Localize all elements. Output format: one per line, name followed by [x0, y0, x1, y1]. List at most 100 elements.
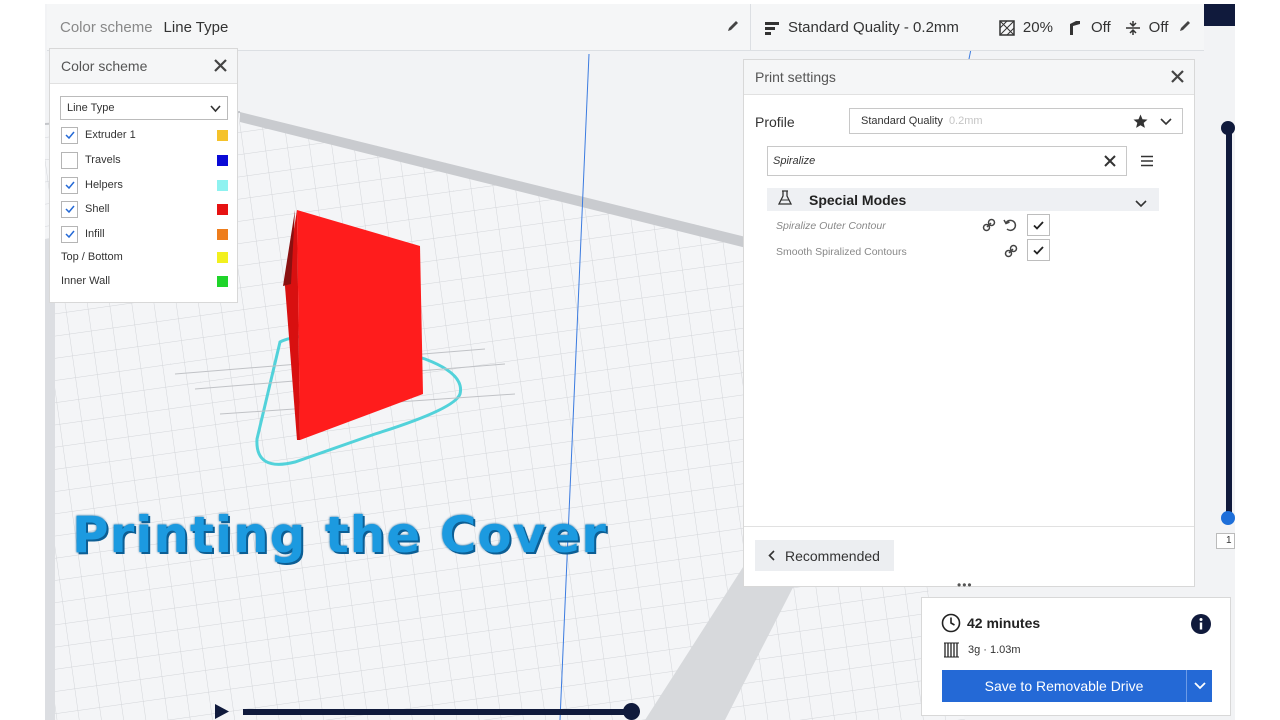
legend-item-shell[interactable]: Shell	[61, 200, 228, 218]
chevron-down-icon	[1135, 195, 1147, 211]
legend-item-label: Infill	[85, 228, 105, 240]
star-icon[interactable]	[1133, 114, 1148, 132]
material-estimate: 3g · 1.03m	[943, 642, 1021, 658]
adhesion-summary[interactable]: Off	[1125, 19, 1169, 36]
layer-number-input[interactable]: 1	[1216, 533, 1235, 549]
profile-icon	[765, 21, 779, 35]
chevron-down-icon[interactable]	[1186, 670, 1212, 702]
legend-item-helpers[interactable]: Helpers	[61, 176, 228, 194]
color-swatch	[217, 155, 228, 166]
divider	[744, 526, 1194, 527]
play-icon[interactable]	[214, 703, 230, 720]
support-summary[interactable]: Off	[1067, 19, 1111, 36]
layer-slider-top-handle[interactable]	[1221, 121, 1235, 135]
resize-handle[interactable]: •••	[957, 578, 973, 592]
chevron-left-icon	[768, 548, 775, 564]
legend-item-label: Top / Bottom	[61, 251, 123, 263]
corner-decoration	[1204, 4, 1235, 26]
print-time-text: 42 minutes	[967, 615, 1041, 631]
legend-item-travels[interactable]: Travels	[61, 151, 228, 169]
color-scheme-header-value: Line Type	[163, 19, 229, 36]
legend-item-label: Extruder 1	[85, 129, 136, 141]
checkbox[interactable]	[61, 225, 78, 243]
spiralize-outer-contour-checkbox[interactable]	[1027, 214, 1050, 236]
link-icon[interactable]	[1004, 244, 1018, 263]
close-icon[interactable]	[214, 59, 227, 75]
color-swatch	[217, 252, 228, 263]
checkbox[interactable]	[61, 176, 78, 194]
recommended-label: Recommended	[785, 547, 880, 564]
profile-name: Standard Quality	[861, 115, 943, 127]
layer-slider-bottom-handle[interactable]	[1221, 511, 1235, 525]
category-label: Special Modes	[809, 191, 907, 208]
color-scheme-header[interactable]: Color scheme Line Type	[47, 4, 750, 51]
legend-item-label: Helpers	[85, 179, 123, 191]
settings-search-input[interactable]: Spiralize	[767, 146, 1127, 176]
chevron-down-icon	[1160, 117, 1172, 129]
quality-summary[interactable]: Standard Quality - 0.2mm	[764, 19, 959, 36]
print-time: 42 minutes	[941, 613, 1040, 633]
legend-item-extruder-1[interactable]: Extruder 1	[61, 126, 228, 144]
legend-item-label: Travels	[85, 154, 121, 166]
legend-item-label: Shell	[85, 203, 110, 215]
checkbox[interactable]	[61, 151, 78, 169]
layer-slider-track[interactable]	[1226, 128, 1232, 520]
chevron-down-icon	[210, 104, 221, 116]
profile-sub: 0.2mm	[948, 115, 983, 127]
info-icon[interactable]	[1191, 614, 1211, 639]
legend-item-top-bottom: Top / Bottom	[61, 248, 228, 266]
recommended-button[interactable]: Recommended	[755, 540, 894, 571]
spool-icon	[944, 642, 959, 658]
overlay-title: Printing the Cover	[72, 506, 607, 564]
checkbox[interactable]	[61, 200, 78, 218]
playback-slider-track[interactable]	[243, 709, 632, 715]
color-swatch	[217, 180, 228, 191]
infill-text: 20%	[1022, 19, 1053, 36]
menu-icon[interactable]	[1140, 154, 1154, 172]
color-swatch	[217, 204, 228, 215]
category-special-modes[interactable]: Special Modes	[767, 188, 1159, 211]
color-swatch	[217, 276, 228, 287]
legend-item-infill[interactable]: Infill	[61, 225, 228, 243]
color-scheme-select-value: Line Type	[67, 102, 115, 114]
clear-icon[interactable]	[1104, 155, 1116, 170]
playback-slider-handle[interactable]	[623, 703, 640, 720]
save-to-removable-drive-button[interactable]: Save to Removable Drive	[942, 670, 1212, 702]
smooth-spiralized-contours-checkbox[interactable]	[1027, 239, 1050, 261]
top-toolbar: Color scheme Line Type Standard Quality …	[47, 4, 1204, 51]
adhesion-text: Off	[1148, 19, 1169, 36]
color-scheme-select[interactable]: Line Type	[60, 96, 228, 120]
profile-select[interactable]: Standard Quality 0.2mm	[849, 108, 1183, 134]
checkbox[interactable]	[61, 126, 78, 144]
reset-icon[interactable]	[1003, 218, 1017, 237]
link-icon[interactable]	[982, 218, 996, 237]
print-settings-panel: Print settings Profile Standard Quality …	[743, 59, 1195, 592]
profile-label: Profile	[755, 114, 795, 130]
pencil-icon[interactable]	[1178, 19, 1192, 37]
close-icon[interactable]	[1171, 70, 1184, 86]
infill-summary[interactable]: 20%	[999, 19, 1053, 36]
print-settings-header: Print settings	[744, 60, 1194, 95]
clock-icon	[941, 613, 961, 633]
legend-item-label: Inner Wall	[61, 275, 111, 287]
support-text: Off	[1090, 19, 1111, 36]
pencil-icon[interactable]	[726, 19, 740, 37]
print-setup-summary[interactable]: Standard Quality - 0.2mm 20% Off Off	[751, 4, 1204, 51]
color-scheme-panel-header: Color scheme	[50, 49, 237, 84]
setting-spiralize-outer-contour: Spiralize Outer Contour	[776, 220, 886, 232]
print-estimate-panel: 42 minutes 3g · 1.03m Save to Removable …	[921, 597, 1231, 716]
save-label: Save to Removable Drive	[984, 678, 1144, 694]
quality-text: Standard Quality - 0.2mm	[788, 19, 959, 36]
legend-item-inner-wall: Inner Wall	[61, 272, 228, 290]
print-settings-title: Print settings	[755, 69, 836, 85]
setting-smooth-spiralized-contours: Smooth Spiralized Contours	[776, 246, 907, 258]
material-text: 3g · 1.03m	[968, 644, 1021, 656]
adhesion-icon	[1125, 20, 1140, 35]
color-scheme-header-label: Color scheme	[60, 19, 153, 36]
settings-search-value: Spiralize	[773, 155, 816, 167]
color-swatch	[217, 130, 228, 141]
color-swatch	[217, 229, 228, 240]
infill-icon	[999, 19, 1015, 36]
flask-icon	[777, 190, 793, 209]
support-icon	[1069, 20, 1080, 35]
